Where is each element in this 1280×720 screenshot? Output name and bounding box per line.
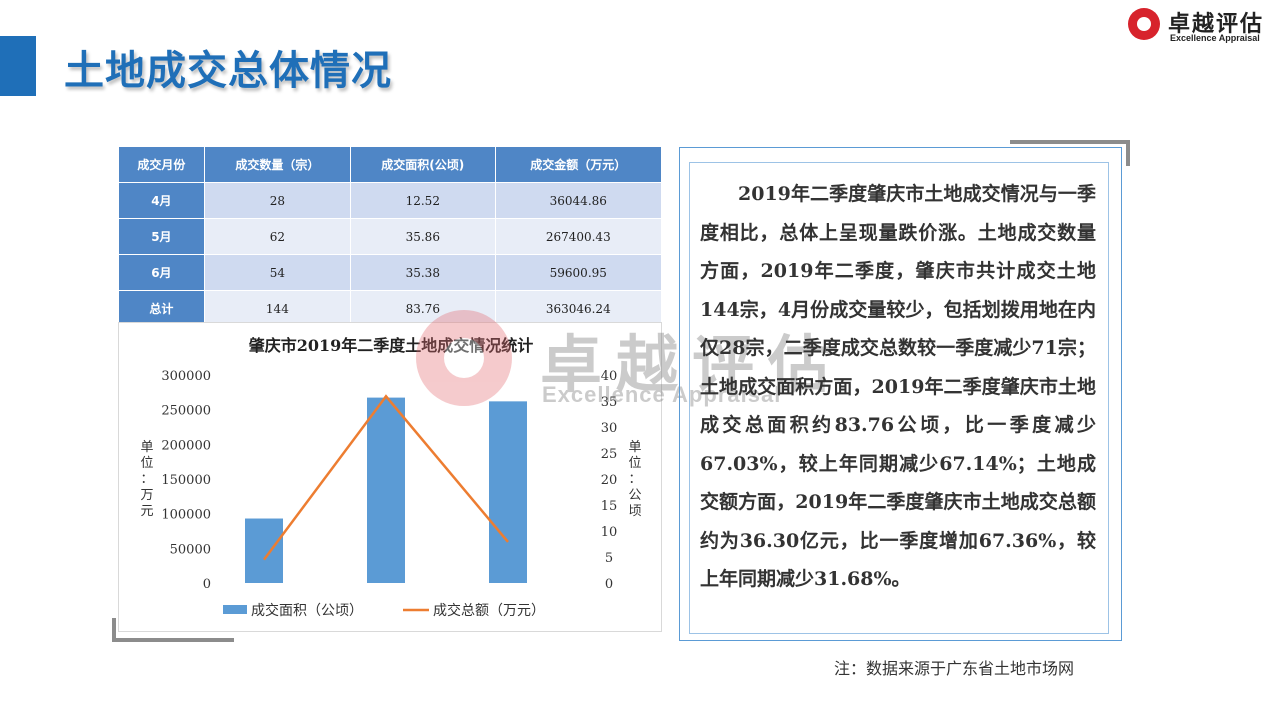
right-tick-label: 30 [601, 421, 618, 436]
cell-count: 62 [203, 218, 352, 255]
bar-6月 [489, 401, 527, 583]
right-axis-label-char: 公 [628, 488, 641, 503]
col-header-month: 成交月份 [118, 146, 205, 183]
right-axis: 40 35 30 25 20 15 10 5 0 [601, 369, 618, 592]
right-tick-label: 5 [605, 551, 613, 566]
right-axis-label-char: 单 [628, 440, 641, 455]
right-tick-label: 40 [601, 369, 618, 384]
source-note: 注：数据来源于广东省土地市场网 [834, 659, 1075, 678]
cell-amount: 36044.86 [494, 182, 663, 219]
cell-area: 35.86 [350, 218, 496, 255]
legend-bar-label: 成交面积（公顷） [251, 602, 363, 619]
bar-5月 [367, 397, 405, 583]
chart-legend: 成交面积（公顷） 成交总额（万元） [223, 602, 545, 619]
right-tick-label: 20 [601, 473, 618, 488]
right-tick-label: 35 [601, 395, 618, 410]
col-header-count: 成交数量（宗） [203, 146, 352, 183]
right-axis-label-char: 顷 [628, 504, 641, 519]
cell-area: 12.52 [350, 182, 496, 219]
col-header-area: 成交面积(公顷) [350, 146, 496, 183]
right-tick-label: 15 [601, 499, 618, 514]
right-tick-label: 10 [601, 525, 618, 540]
left-tick-label: 200000 [161, 438, 211, 453]
right-axis-label-char: 位 [628, 456, 641, 471]
left-axis-label-char: ： [140, 472, 153, 487]
left-tick-label: 250000 [161, 404, 211, 419]
chart-container: 肇庆市2019年二季度土地成交情况统计 300000 250000 200000 15… [118, 322, 662, 632]
right-tick-label: 0 [605, 577, 613, 592]
legend-bar-swatch [223, 605, 247, 614]
right-axis-label-char: ： [628, 472, 641, 487]
row-month: 6月 [118, 254, 205, 291]
legend-line-label: 成交总额（万元） [433, 602, 545, 619]
left-tick-label: 300000 [161, 369, 211, 384]
row-month: 5月 [118, 218, 205, 255]
bar-4月 [245, 518, 283, 583]
table-row: 6月 54 35.38 59600.95 [118, 254, 663, 291]
table-row: 4月 28 12.52 36044.86 [118, 182, 663, 219]
chart-title: 肇庆市2019年二季度土地成交情况统计 [248, 336, 534, 355]
left-axis-label-char: 单 [140, 440, 153, 455]
left-tick-label: 100000 [161, 508, 211, 523]
left-axis-label-char: 位 [140, 456, 153, 471]
left-tick-label: 150000 [161, 473, 211, 488]
logo-en-text: Excellence Appraisal [1170, 33, 1260, 43]
left-axis-label-char: 万 [140, 488, 153, 503]
right-tick-label: 25 [601, 447, 618, 462]
cell-area: 35.38 [350, 254, 496, 291]
brand-logo: 卓越评估 Excellence Appraisal [1128, 6, 1273, 46]
table-header-row: 成交月份 成交数量（宗） 成交面积(公顷) 成交金额（万元） [118, 146, 663, 183]
combo-chart: 肇庆市2019年二季度土地成交情况统计 300000 250000 200000 15… [140, 336, 641, 619]
col-header-amount: 成交金额（万元） [494, 146, 663, 183]
left-tick-label: 50000 [170, 542, 211, 557]
left-axis: 300000 250000 200000 150000 100000 50000 0 [161, 369, 211, 592]
row-month: 4月 [118, 182, 205, 219]
summary-paragraph: 2019年二季度肇庆市土地成交情况与一季度相比，总体上呈现量跌价涨。土地成交数量… [700, 183, 1096, 590]
cell-amount: 59600.95 [494, 254, 663, 291]
left-axis-label: 单位：万元 [140, 440, 153, 519]
land-transaction-table: 成交月份 成交数量（宗） 成交面积(公顷) 成交金额（万元） 4月 28 12.… [118, 146, 663, 327]
logo-mark-icon [1128, 8, 1160, 40]
table-row: 5月 62 35.86 267400.43 [118, 218, 663, 255]
right-axis-label: 单位：公顷 [628, 440, 641, 519]
cell-count: 54 [203, 254, 352, 291]
left-tick-label: 0 [203, 577, 211, 592]
cell-count: 28 [203, 182, 352, 219]
bar-series [245, 397, 527, 583]
title-accent-bar [0, 36, 36, 96]
cell-amount: 267400.43 [494, 218, 663, 255]
left-axis-label-char: 元 [140, 504, 153, 519]
page-title: 土地成交总体情况 [64, 48, 392, 94]
